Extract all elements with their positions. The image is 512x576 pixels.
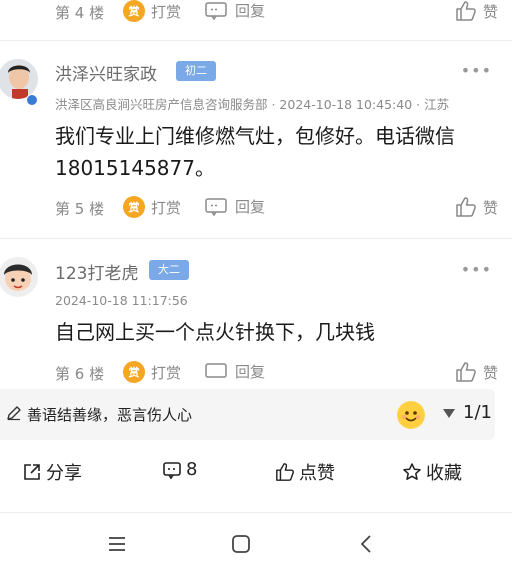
emoji-icon[interactable]	[397, 401, 425, 429]
page-dropdown-icon[interactable]	[443, 409, 455, 418]
reply-label: 回复	[235, 198, 266, 216]
like-label: 赞	[482, 198, 498, 217]
reward-button[interactable]: 赏 打赏	[123, 361, 181, 383]
page-indicator[interactable]: 1/1	[463, 402, 492, 423]
username[interactable]: 123打老虎	[55, 259, 138, 284]
post-floor-4: 第 4 楼 赏 打赏 回复 赞	[0, 0, 512, 40]
thumbs-up-icon	[456, 362, 476, 382]
reply-label: 回复	[235, 2, 266, 20]
like-button[interactable]: 赞	[455, 0, 498, 22]
floor-number: 第 6 楼	[55, 365, 105, 383]
smiley-face-icon	[398, 402, 424, 428]
comment-input-placeholder[interactable]: 善语结善缘，恶言伤人心	[27, 404, 192, 425]
post-actions: 第 4 楼 赏 打赏 回复 赞	[55, 0, 498, 24]
verified-icon	[26, 94, 38, 106]
reply-button[interactable]: 回复	[205, 0, 265, 21]
comment-icon	[205, 197, 227, 216]
post-meta: 洪泽区高良涧兴旺房产信息咨询服务部 · 2024-10-18 10:45:40 …	[55, 97, 450, 112]
avatar[interactable]	[0, 59, 38, 99]
home-icon[interactable]	[231, 534, 251, 554]
like-button[interactable]: 赞	[455, 196, 498, 218]
thumbs-up-icon	[276, 463, 295, 481]
menu-icon[interactable]	[107, 534, 127, 554]
more-options-icon[interactable]: •••	[461, 61, 492, 80]
share-label: 分享	[46, 463, 82, 484]
pencil-icon	[7, 406, 21, 421]
like-label: 赞	[482, 363, 498, 382]
more-options-icon[interactable]: •••	[461, 260, 492, 279]
reward-label: 打赏	[151, 2, 182, 21]
reward-label: 打赏	[151, 198, 182, 217]
level-badge: 初二	[176, 61, 216, 81]
floor-number: 第 4 楼	[55, 4, 105, 22]
like-label: 点赞	[299, 463, 335, 484]
reply-label: 回复	[235, 363, 266, 381]
username[interactable]: 洪泽兴旺家政	[55, 60, 157, 85]
share-button[interactable]: 分享	[22, 459, 82, 485]
reward-label: 打赏	[151, 363, 182, 382]
post-floor-5: 洪泽兴旺家政 初二 ••• 洪泽区高良涧兴旺房产信息咨询服务部 · 2024-1…	[0, 41, 512, 238]
coin-icon: 赏	[123, 0, 145, 22]
coin-icon: 赏	[123, 196, 145, 218]
thumbs-up-icon	[456, 1, 476, 21]
avatar[interactable]	[0, 257, 38, 297]
like-post-button[interactable]: 点赞	[275, 459, 335, 485]
comments-button[interactable]: 8	[162, 459, 197, 480]
like-button[interactable]: 赞	[455, 361, 498, 383]
back-icon[interactable]	[357, 534, 377, 554]
post-content: 自己网上买一个点火针换下，几块钱	[55, 320, 375, 344]
cartoon-avatar-icon	[0, 257, 38, 297]
favorite-button[interactable]: 收藏	[402, 459, 462, 485]
system-navigation-bar	[0, 514, 512, 576]
bottom-action-bar: 分享 8 点赞 收藏	[0, 440, 512, 513]
comments-count: 8	[186, 459, 198, 480]
user-photo-icon	[0, 59, 38, 99]
comment-icon	[205, 1, 227, 20]
favorite-label: 收藏	[426, 463, 462, 484]
floor-number: 第 5 楼	[55, 200, 105, 218]
reward-button[interactable]: 赏 打赏	[123, 0, 181, 22]
comment-icon	[163, 461, 181, 479]
coin-icon: 赏	[123, 361, 145, 383]
share-icon	[24, 464, 40, 480]
reward-button[interactable]: 赏 打赏	[123, 196, 181, 218]
level-badge: 大二	[149, 260, 189, 280]
post-content: 我们专业上门维修燃气灶，包修好。电话微信18015145877。	[55, 124, 455, 180]
reply-button[interactable]: 回复	[205, 196, 265, 217]
reply-button[interactable]: 回复	[205, 361, 265, 382]
thumbs-up-icon	[456, 197, 476, 217]
post-meta: 2024-10-18 11:17:56	[55, 293, 188, 308]
post-actions: 第 6 楼 赏 打赏 回复 赞	[55, 361, 498, 385]
post-actions: 第 5 楼 赏 打赏 回复 赞	[55, 196, 498, 220]
post-floor-6: 123打老虎 大二 ••• 2024-10-18 11:17:56 自己网上买一…	[0, 239, 512, 389]
comment-icon	[205, 362, 227, 378]
comment-input-bar[interactable]: 善语结善缘，恶言伤人心 1/1	[0, 389, 495, 440]
star-icon	[403, 463, 421, 480]
like-label: 赞	[482, 2, 498, 21]
